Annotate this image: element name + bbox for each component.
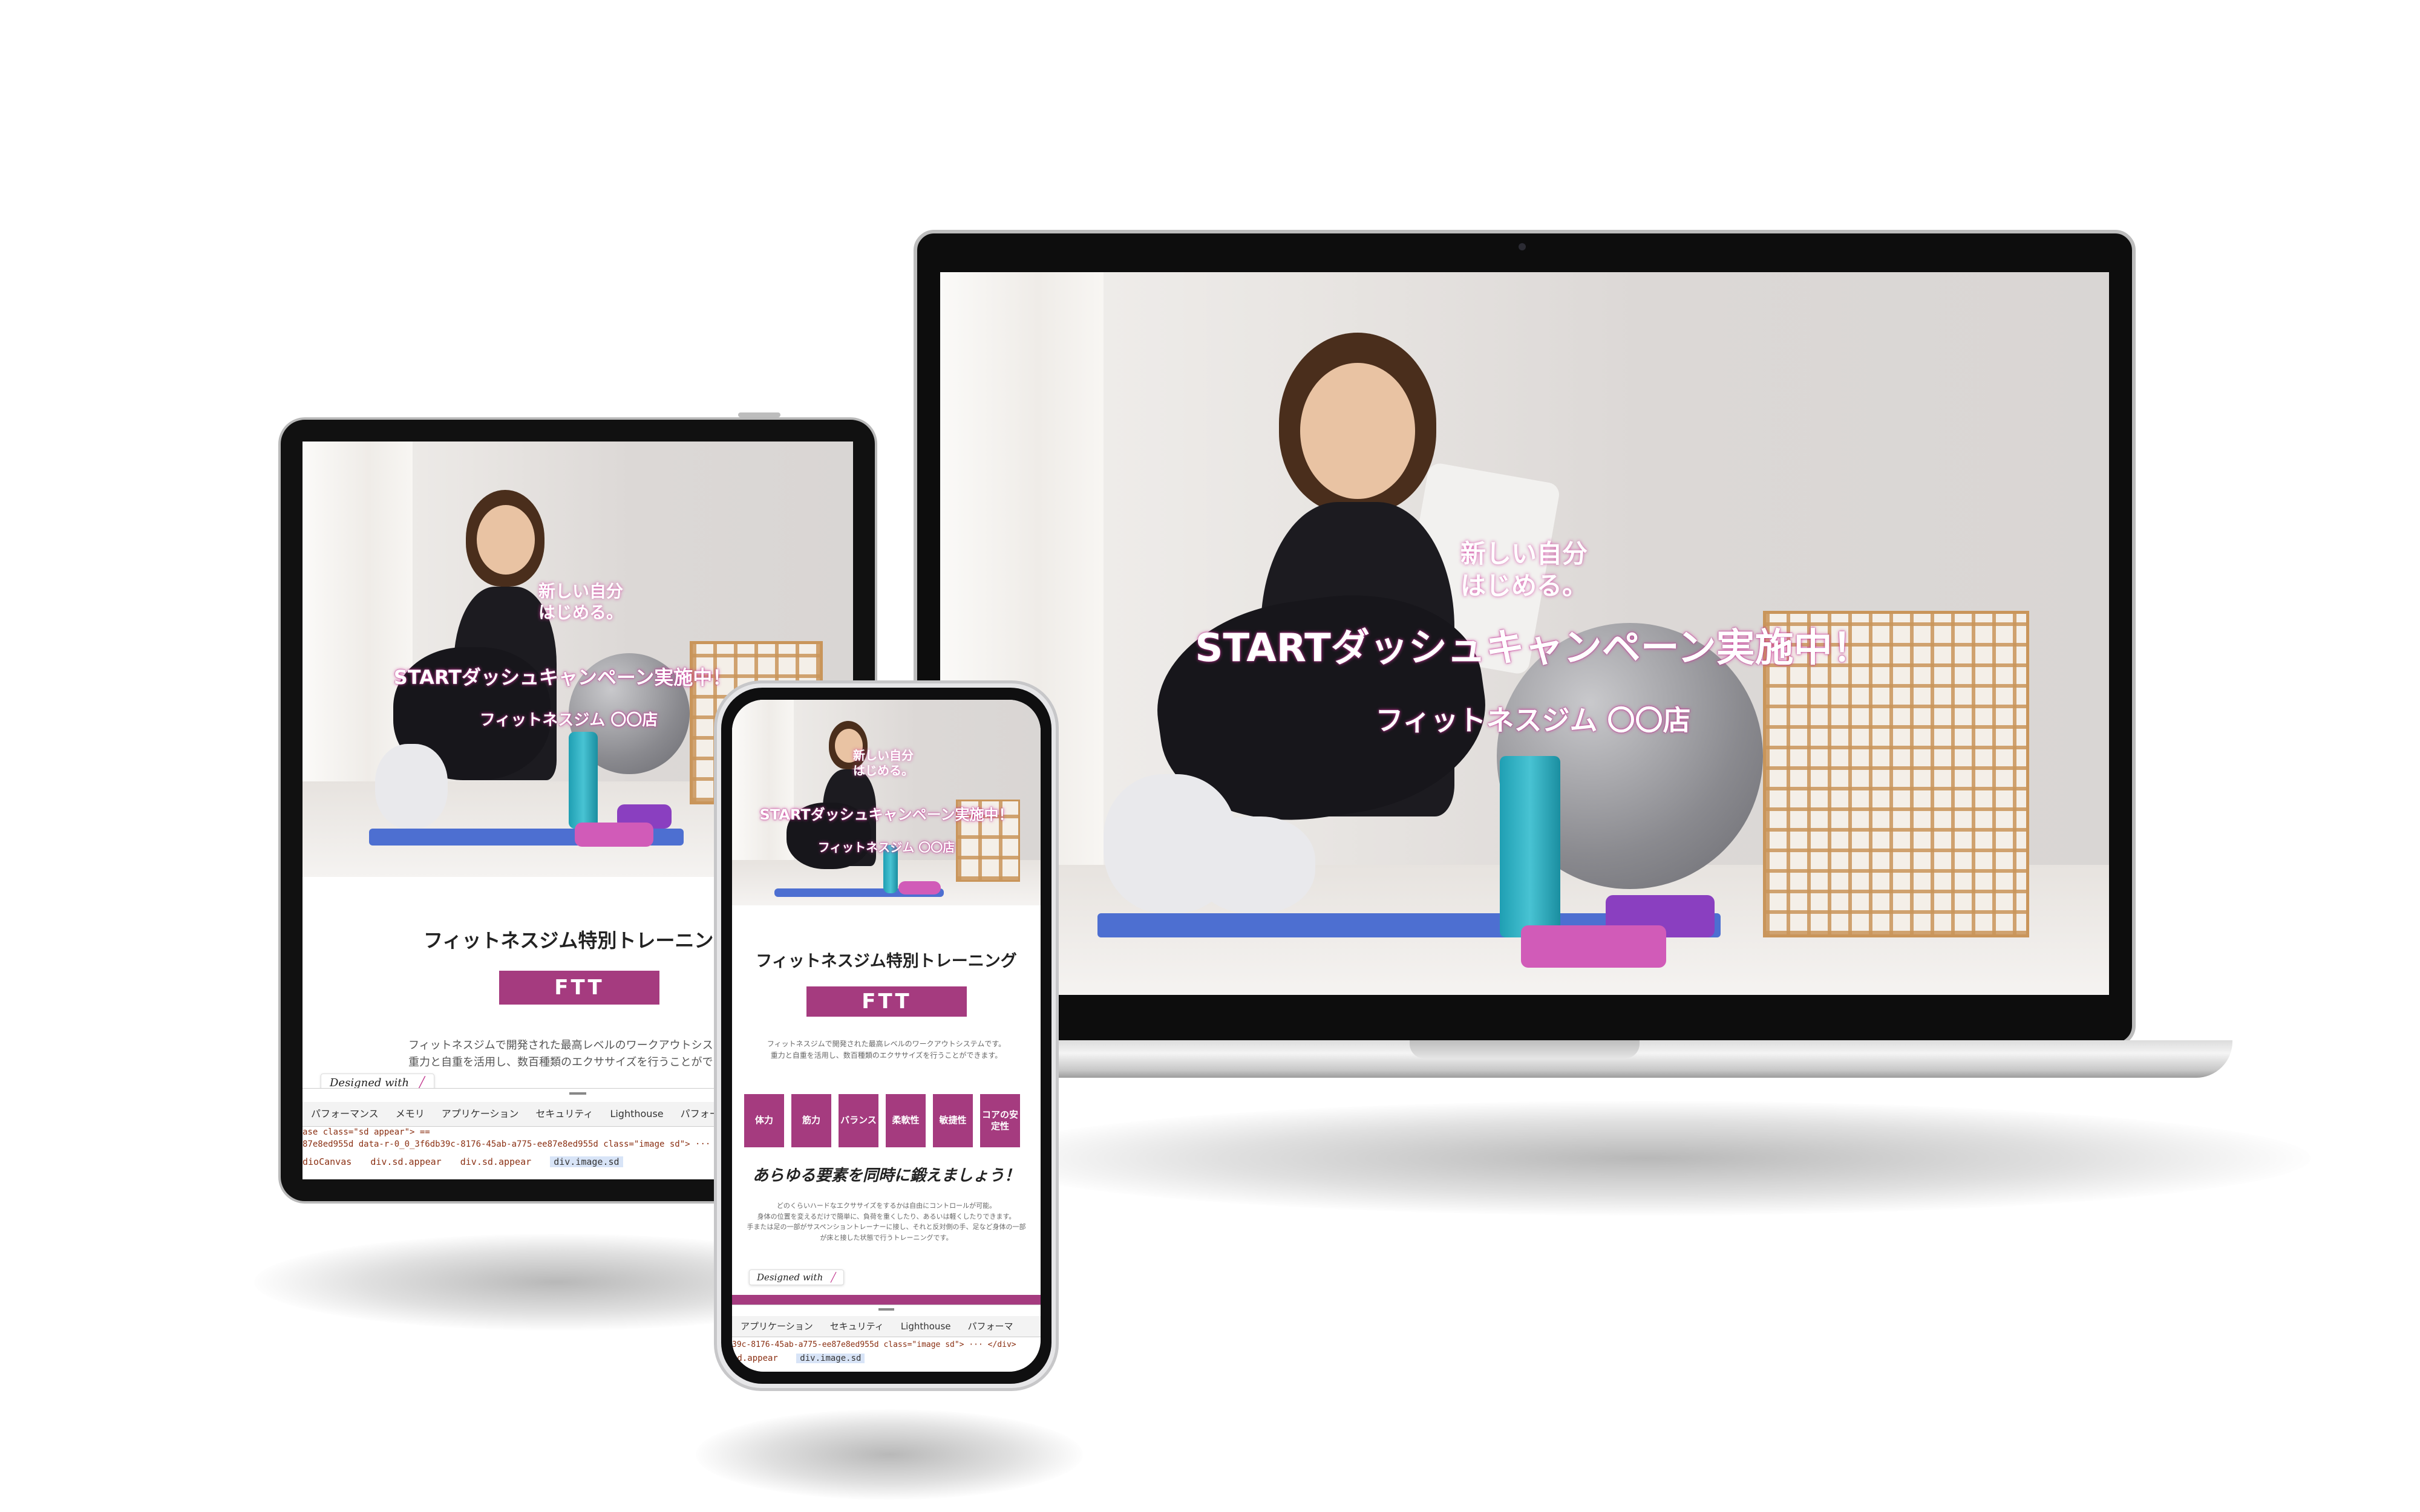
hero-tagline: 新しい自分 はじめる。 (538, 581, 623, 623)
water-bottle-icon (569, 732, 598, 829)
laptop-shadow (980, 1101, 2311, 1216)
feature-badge: 柔軟性 (886, 1094, 926, 1147)
gym-name: フィットネスジム 〇〇店 (479, 711, 658, 729)
body-text-line2: 身体の位置を変えるだけで簡単に、負荷を重くしたり、あるいは軽くしたりできます。 (757, 1212, 1016, 1220)
hero-tagline-line2: はじめる。 (538, 602, 624, 622)
ftt-label: FTT (806, 986, 967, 1017)
phone-device: 新しい自分 はじめる。 STARTダッシュキャンペーン実施中！ フィットネスジム… (714, 680, 1059, 1391)
devtools-breadcrumb: sd.appear div.image.sd (732, 1354, 1041, 1363)
section-title: フィットネスジム特別トレーニング (756, 952, 1017, 971)
devtools-tab[interactable]: アプリケーション (732, 1316, 822, 1337)
feature-badge: 体力 (744, 1094, 784, 1147)
description-line1: フィットネスジムで開発された最高レベルのワークアウトシステ (408, 1039, 724, 1052)
campaign-heading: STARTダッシュキャンペーン実施中！ (393, 666, 732, 689)
description-line1: フィットネスジムで開発された最高レベルのワークアウトシステムです。 (767, 1040, 1006, 1048)
devtools-dom-line[interactable]: 39c-8176-45ab-a775-ee87e8ed955d class="i… (732, 1340, 1041, 1349)
feature-badge: 筋力 (791, 1094, 831, 1147)
hero-tagline: 新しい自分 はじめる。 (853, 748, 914, 778)
gym-name: フィットネスジム 〇〇店 (817, 840, 955, 855)
body-text: どのくらいハードなエクササイズをするかは自由にコントロールが可能。 身体の位置を… (732, 1201, 1041, 1243)
hero-tagline-line2: はじめる。 (853, 763, 914, 778)
pen-icon: ╱ (418, 1077, 425, 1089)
devtools-tab[interactable]: Lighthouse (601, 1102, 672, 1126)
gym-name: フィットネスジム 〇〇店 (1375, 704, 1691, 737)
breadcrumb-item[interactable]: sd.appear (732, 1354, 778, 1363)
laptop-notch (1410, 1040, 1640, 1058)
laptop-screen: 新しい自分 はじめる。 STARTダッシュキャンペーン実施中！ フィットネスジム… (940, 272, 2109, 995)
breadcrumb-item[interactable]: div.sd.appear (370, 1156, 441, 1167)
dumbbell-icon (898, 881, 941, 894)
body-text-line3: 手または足の一部がサスペンショントレーナーに接し、それと反対側の手、足など身体の… (747, 1223, 1026, 1231)
breadcrumb-item[interactable]: div.sd.appear (460, 1156, 531, 1167)
devtools-tab[interactable]: パフォーマ (959, 1316, 1021, 1337)
devtools-resize-handle[interactable] (878, 1308, 894, 1311)
phone-shadow (696, 1409, 1083, 1500)
dumbbell-icon (575, 823, 653, 847)
pen-icon: ╱ (831, 1272, 837, 1283)
devtools-tab[interactable]: セキュリティ (822, 1316, 892, 1337)
hero-tagline-line1: 新しい自分 (1460, 539, 1588, 569)
ftt-label: FTT (499, 971, 659, 1005)
campaign-heading: STARTダッシュキャンペーン実施中！ (759, 806, 1013, 823)
body-text-line4: が床と接した状態で行うトレーニングです。 (820, 1233, 953, 1242)
devtools-tabs: アプリケーション セキュリティ Lighthouse パフォーマ (732, 1316, 1041, 1337)
laptop-camera-icon (1519, 243, 1526, 250)
hero-tagline-line1: 新しい自分 (538, 581, 624, 601)
designed-with-badge[interactable]: Designed with ╱ (749, 1269, 845, 1285)
body-text-line1: どのくらいハードなエクササイズをするかは自由にコントロールが可能。 (776, 1202, 996, 1210)
description: フィットネスジムで開発された最高レベルのワークアウトシステ 重力と自重を活用し、… (408, 1037, 724, 1071)
hero-tagline-line2: はじめる。 (1460, 570, 1588, 601)
devtools-tab[interactable]: アプリケーション (433, 1102, 528, 1126)
phone-screen: 新しい自分 はじめる。 STARTダッシュキャンペーン実施中！ フィットネスジム… (732, 700, 1041, 1372)
devtools-tab[interactable]: パフォーマンス (302, 1102, 387, 1126)
devtools-panel: アプリケーション セキュリティ Lighthouse パフォーマ 39c-817… (732, 1305, 1041, 1372)
breadcrumb-item-selected[interactable]: div.image.sd (796, 1354, 865, 1363)
hero-tagline-line1: 新しい自分 (853, 748, 914, 763)
feature-badge: バランス (839, 1094, 878, 1147)
designed-with-label: Designed with (330, 1077, 410, 1089)
tablet-button (738, 412, 780, 417)
footer-bar (732, 1295, 1041, 1305)
breadcrumb-item-selected[interactable]: div.image.sd (550, 1156, 623, 1167)
description-line2: 重力と自重を活用し、数百種類のエクササイズを行うことができます。 (770, 1051, 1002, 1060)
designed-with-label: Designed with (757, 1272, 823, 1283)
feature-tagline: あらゆる要素を同時に鍛えましょう！ (752, 1167, 1020, 1185)
feature-badge: 敏捷性 (933, 1094, 973, 1147)
laptop-device: 新しい自分 はじめる。 STARTダッシュキャンペーン実施中！ フィットネスジム… (877, 230, 2269, 1101)
devtools-tab[interactable]: メモリ (387, 1102, 433, 1126)
description-line2: 重力と自重を活用し、数百種類のエクササイズを行うことができ (408, 1055, 724, 1069)
description: フィットネスジムで開発された最高レベルのワークアウトシステムです。 重力と自重を… (732, 1038, 1041, 1061)
hero-tagline: 新しい自分 はじめる。 (1460, 538, 1588, 602)
feature-badge: コアの安定性 (980, 1094, 1020, 1147)
campaign-heading: STARTダッシュキャンペーン実施中！ (1195, 626, 1871, 671)
feature-list: 体力 筋力 バランス 柔軟性 敏捷性 コアの安定性 (744, 1094, 1020, 1147)
devtools-resize-handle[interactable] (569, 1092, 586, 1095)
devtools-tab[interactable]: Lighthouse (892, 1316, 960, 1337)
dumbbell-icon (1521, 925, 1666, 968)
devtools-tab[interactable]: セキュリティ (527, 1102, 601, 1126)
breadcrumb-item[interactable]: dioCanvas (302, 1156, 352, 1167)
water-bottle-icon (1500, 756, 1560, 937)
